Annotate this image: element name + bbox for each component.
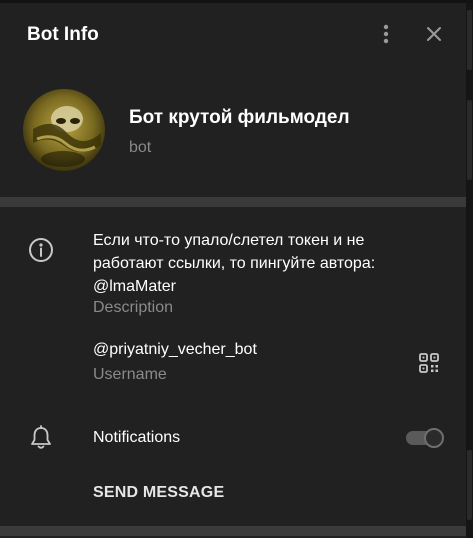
description-label: Description — [93, 299, 174, 316]
panel-title: Bot Info — [27, 24, 99, 45]
qr-code-icon — [419, 353, 439, 373]
send-message-button[interactable]: SEND MESSAGE — [93, 484, 224, 502]
section-divider — [0, 197, 466, 207]
bot-name: Бот крутой фильмодел — [129, 107, 350, 128]
notifications-label: Notifications — [93, 429, 181, 446]
bot-info-panel: Bot Info Бот крутой фильмодел bot Если ч… — [0, 0, 466, 538]
bot-username[interactable]: @priyatniy_vecher_bot — [93, 341, 257, 359]
qr-code-button[interactable] — [418, 352, 440, 374]
app-window: Bot Info Бот крутой фильмодел bot Если ч… — [0, 0, 473, 538]
more-options-button[interactable] — [374, 22, 398, 46]
toggle-knob — [424, 428, 444, 448]
bottom-divider — [0, 526, 466, 536]
bot-subtitle: bot — [129, 139, 152, 156]
avatar[interactable] — [23, 89, 105, 171]
username-label: Username — [93, 366, 167, 383]
info-icon — [29, 238, 53, 262]
close-button[interactable] — [422, 22, 446, 46]
scrollbar-gutter — [466, 0, 473, 538]
top-edge — [0, 0, 473, 3]
bot-profile: Бот крутой фильмодел bot — [0, 88, 466, 188]
more-vertical-icon — [383, 24, 389, 44]
bot-description: Если что-то упало/слетел токен и не рабо… — [93, 232, 376, 295]
panel-header: Bot Info — [0, 10, 466, 58]
notifications-toggle[interactable] — [406, 428, 444, 448]
bell-icon — [31, 425, 51, 449]
close-icon — [427, 27, 441, 41]
